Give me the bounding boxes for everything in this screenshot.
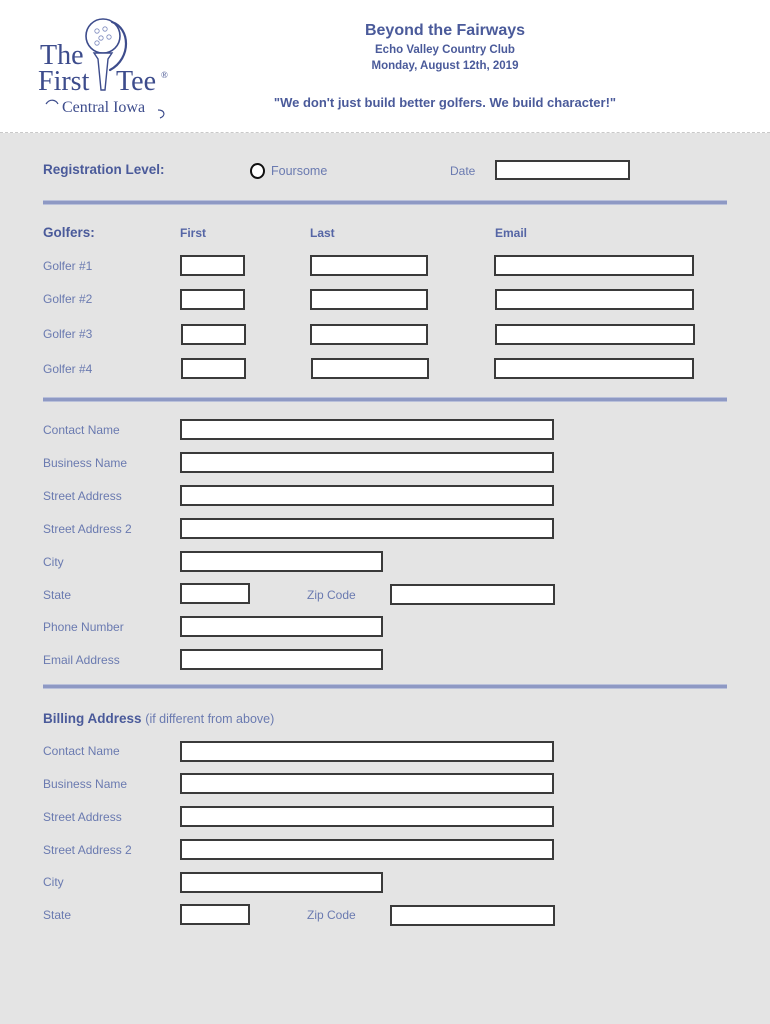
event-title: Beyond the Fairways (364, 22, 526, 39)
golfer-4-last-input[interactable] (311, 358, 429, 379)
contact-state-input[interactable] (180, 583, 250, 604)
billing-business-name-input[interactable] (180, 773, 554, 794)
page-header: The First Tee ® Central Iowa Beyond the … (0, 0, 770, 133)
billing-contact-name-input[interactable] (180, 741, 554, 762)
contact-state-label: State (43, 588, 72, 602)
billing-street-address-2-label: Street Address 2 (43, 843, 132, 857)
golfer-4-first-input[interactable] (181, 358, 246, 379)
golfer-1-last-input[interactable] (310, 255, 428, 276)
column-header-email: Email (495, 226, 528, 240)
contact-name-label: Contact Name (43, 423, 120, 437)
golfer-3-label: Golfer #3 (43, 327, 93, 341)
golfer-2-email-input[interactable] (495, 289, 694, 310)
organization-tagline: "We don't just build better golfers. We … (273, 95, 617, 110)
billing-city-input[interactable] (180, 872, 383, 893)
registration-form-page: The First Tee ® Central Iowa Beyond the … (0, 0, 770, 1024)
golfer-4-email-input[interactable] (494, 358, 694, 379)
contact-phone-label: Phone Number (43, 620, 124, 634)
contact-street-address-input[interactable] (180, 485, 554, 506)
contact-city-input[interactable] (180, 551, 383, 572)
golfer-3-first-input[interactable] (181, 324, 246, 345)
svg-text:Central Iowa: Central Iowa (62, 99, 145, 116)
billing-address-heading: Billing Address (if different from above… (43, 711, 274, 726)
billing-address-note: (if different from above) (145, 712, 275, 726)
divider-golfers (43, 397, 727, 402)
contact-email-input[interactable] (180, 649, 383, 670)
golfer-1-email-input[interactable] (494, 255, 694, 276)
column-header-last: Last (310, 226, 335, 240)
contact-phone-input[interactable] (180, 616, 383, 637)
divider-registration (43, 200, 727, 205)
golfer-1-first-input[interactable] (180, 255, 245, 276)
billing-address-heading-text: Billing Address (43, 711, 142, 726)
billing-contact-name-label: Contact Name (43, 744, 120, 758)
registration-level-heading: Registration Level: (43, 162, 165, 177)
contact-street-address-2-label: Street Address 2 (43, 522, 132, 536)
contact-city-label: City (43, 555, 64, 569)
golfer-2-last-input[interactable] (310, 289, 428, 310)
golfer-2-label: Golfer #2 (43, 292, 93, 306)
event-date: Monday, August 12th, 2019 (371, 60, 519, 72)
billing-state-label: State (43, 908, 72, 922)
billing-street-address-input[interactable] (180, 806, 554, 827)
golfer-3-email-input[interactable] (495, 324, 695, 345)
billing-state-input[interactable] (180, 904, 250, 925)
date-input[interactable] (495, 160, 630, 180)
billing-street-address-2-input[interactable] (180, 839, 554, 860)
contact-business-name-input[interactable] (180, 452, 554, 473)
svg-text:First: First (38, 66, 90, 97)
contact-zip-input[interactable] (390, 584, 555, 605)
column-header-first: First (180, 226, 207, 240)
svg-text:®: ® (161, 70, 168, 80)
billing-zip-input[interactable] (390, 905, 555, 926)
date-label: Date (450, 164, 476, 178)
billing-zip-label: Zip Code (307, 908, 356, 922)
billing-street-address-label: Street Address (43, 810, 122, 824)
contact-business-name-label: Business Name (43, 456, 128, 470)
divider-contact (43, 684, 727, 689)
golfer-1-label: Golfer #1 (43, 259, 93, 273)
billing-city-label: City (43, 875, 64, 889)
contact-street-address-2-input[interactable] (180, 518, 554, 539)
first-tee-logo: The First Tee ® Central Iowa (28, 12, 178, 122)
billing-business-name-label: Business Name (43, 777, 128, 791)
golfer-2-first-input[interactable] (180, 289, 245, 310)
event-venue: Echo Valley Country Club (375, 44, 515, 56)
golfer-3-last-input[interactable] (310, 324, 428, 345)
contact-street-address-label: Street Address (43, 489, 122, 503)
foursome-radio[interactable] (250, 163, 265, 179)
contact-zip-label: Zip Code (307, 588, 356, 602)
contact-name-input[interactable] (180, 419, 554, 440)
golfer-4-label: Golfer #4 (43, 362, 93, 376)
svg-text:Tee: Tee (116, 66, 156, 97)
contact-email-label: Email Address (43, 653, 120, 667)
golfers-heading: Golfers: (43, 225, 95, 240)
foursome-label: Foursome (271, 164, 328, 178)
